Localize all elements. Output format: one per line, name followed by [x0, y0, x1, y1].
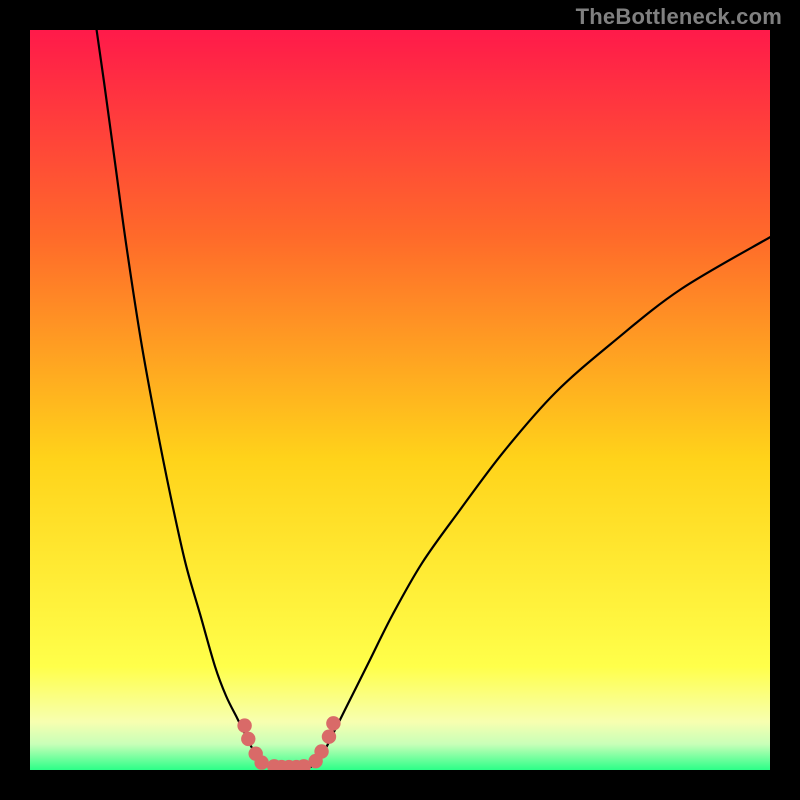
data-marker — [254, 755, 268, 769]
data-marker — [326, 716, 340, 730]
plot-area — [30, 30, 770, 770]
data-marker — [322, 730, 336, 744]
chart-frame: TheBottleneck.com — [0, 0, 800, 800]
chart-svg — [30, 30, 770, 770]
data-marker — [314, 744, 328, 758]
gradient-background — [30, 30, 770, 770]
data-marker — [237, 718, 251, 732]
data-marker — [241, 732, 255, 746]
watermark-text: TheBottleneck.com — [576, 4, 782, 30]
